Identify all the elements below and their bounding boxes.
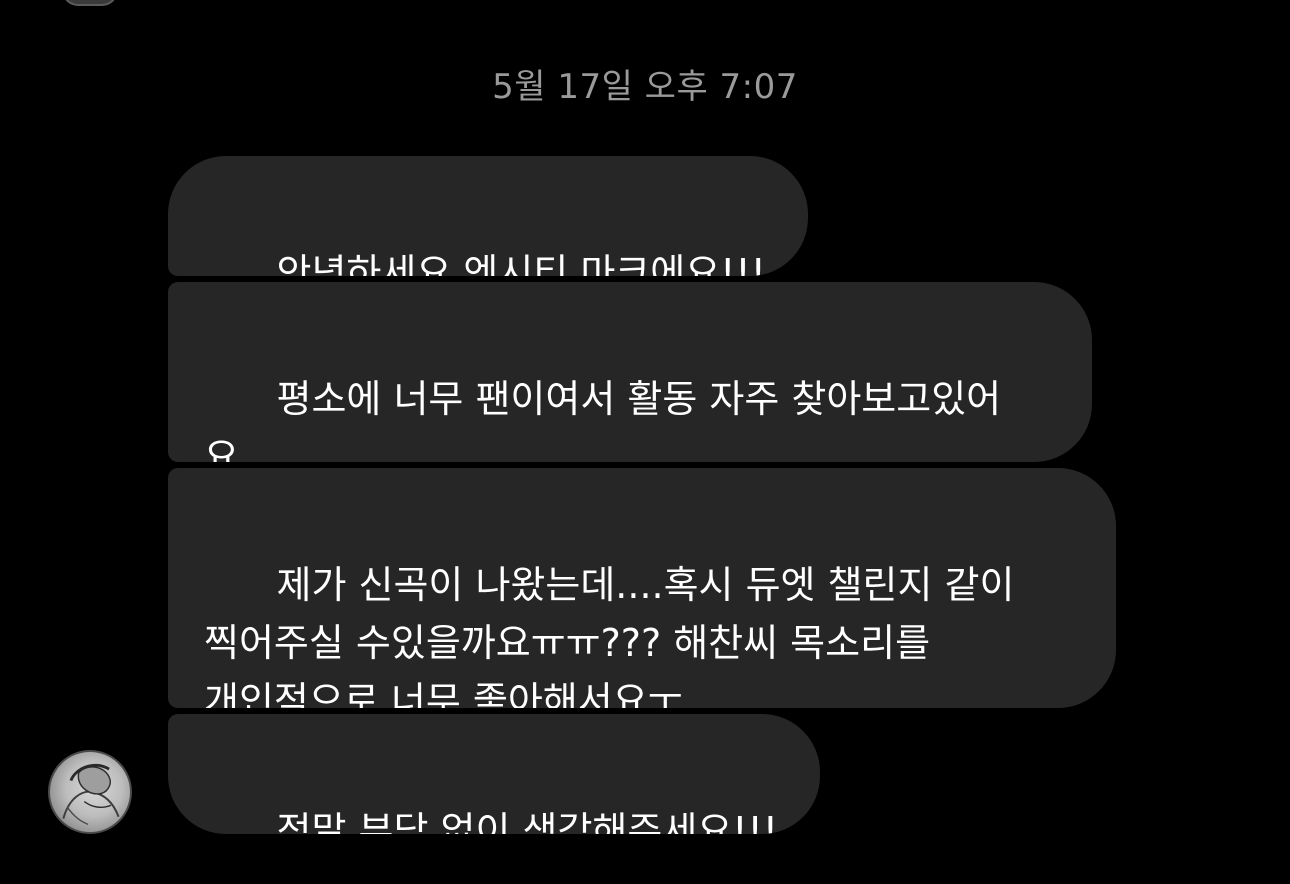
previous-sender-avatar[interactable] xyxy=(62,0,118,6)
sender-avatar[interactable] xyxy=(48,750,132,834)
message-bubble[interactable]: 제가 신곡이 나왔는데....혹시 듀엣 챌린지 같이 찍어주실 수있을까요ㅠㅠ… xyxy=(168,468,1116,708)
message-bubble[interactable]: 안녕하세요 엔시티 마크에요!!! xyxy=(168,156,808,276)
message-text: 정말 부담 없이 생각해주세요!!! xyxy=(276,809,778,834)
message-bubble[interactable]: 정말 부담 없이 생각해주세요!!! xyxy=(168,714,820,834)
message-bubble[interactable]: 평소에 너무 팬이여서 활동 자주 찾아보고있어 요 xyxy=(168,282,1092,462)
message-text: 평소에 너무 팬이여서 활동 자주 찾아보고있어 요 xyxy=(204,377,1002,462)
profile-photo-icon xyxy=(62,763,120,826)
message-text: 제가 신곡이 나왔는데....혹시 듀엣 챌린지 같이 찍어주실 수있을까요ㅠㅠ… xyxy=(204,563,1015,708)
message-timestamp: 5월 17일 오후 7:07 xyxy=(492,67,798,107)
dm-conversation-screen: 5월 17일 오후 7:07 안녕하세요 엔시티 마크에요!!! 평소에 너무 … xyxy=(0,0,1290,884)
message-text: 안녕하세요 엔시티 마크에요!!! xyxy=(276,251,766,276)
